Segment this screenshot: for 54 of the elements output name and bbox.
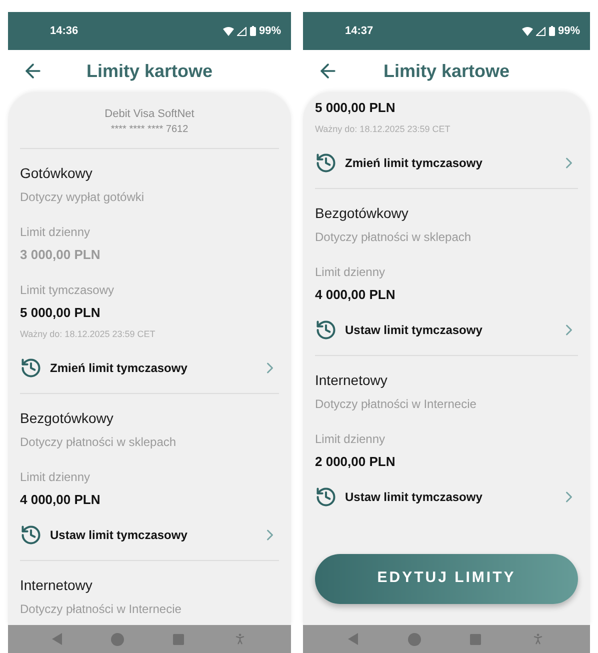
screen-title: Limity kartowe — [382, 60, 511, 83]
back-triangle-icon[interactable] — [52, 633, 62, 645]
limit-label: Limit dzienny — [315, 264, 386, 281]
limit-amount: 4 000,00 PLN — [315, 286, 396, 304]
limit-label: Limit dzienny — [20, 224, 90, 241]
section-description: Dotyczy płatności w sklepach — [315, 229, 472, 246]
screen-title: Limity kartowe — [85, 60, 214, 83]
section-title: Internetowy — [315, 370, 388, 390]
battery-icon — [548, 26, 555, 36]
battery-icon — [250, 26, 256, 36]
limit-amount: 5 000,00 PLN — [20, 304, 100, 322]
back-triangle-icon[interactable] — [348, 633, 358, 645]
section-title: Internetowy — [20, 576, 92, 595]
battery-percent: 99% — [258, 24, 281, 39]
valid-until-text: Ważny do: 18.12.2025 23:59 CET — [315, 123, 450, 136]
change-limit-button[interactable]: Zmień limit tymczasowy — [20, 351, 279, 385]
valid-until-text: Ważny do: 18.12.2025 23:59 CET — [20, 328, 156, 342]
limit-label: Limit dzienny — [315, 431, 386, 448]
change-limit-button[interactable]: Ustaw limit tymczasowy — [315, 313, 578, 347]
status-time: 14:36 — [50, 24, 78, 39]
card-name: Debit Visa SoftNet — [104, 107, 194, 122]
limit-amount: 4 000,00 PLN — [20, 491, 100, 510]
section-description: Dotyczy płatności w Internecie — [20, 601, 182, 618]
recents-square-icon[interactable] — [172, 634, 184, 644]
history-icon — [20, 357, 42, 379]
limit-label: Limit tymczasowy — [20, 282, 114, 299]
change-limit-button[interactable]: Zmień limit tymczasowy — [315, 146, 578, 180]
section-description: Dotyczy płatności w sklepach — [20, 434, 176, 451]
home-circle-icon[interactable] — [111, 632, 124, 646]
change-limit-button[interactable]: Ustaw limit tymczasowy — [20, 518, 279, 552]
change-limit-button[interactable]: Ustaw limit tymczasowy — [315, 480, 578, 514]
recents-square-icon[interactable] — [470, 634, 482, 644]
wifi-icon — [222, 26, 234, 36]
section-description: Dotyczy wypłat gotówki — [20, 189, 144, 206]
edit-limits-button[interactable]: EDYTUJ LIMITY — [315, 554, 578, 604]
section-title: Bezgotówkowy — [20, 408, 114, 428]
limit-label: Limit dzienny — [20, 469, 90, 486]
section-title: Gotówkowy — [20, 164, 92, 183]
section-title: Bezgotówkowy — [315, 204, 408, 223]
home-circle-icon[interactable] — [408, 632, 421, 646]
wifi-icon — [522, 26, 533, 36]
status-time: 14:37 — [345, 24, 374, 39]
card-number: **** **** **** 7612 — [110, 123, 188, 137]
signal-icon — [536, 26, 546, 36]
history-icon — [315, 152, 337, 174]
signal-icon — [236, 26, 247, 36]
history-icon — [315, 319, 337, 341]
history-icon — [315, 486, 337, 508]
limit-amount: 3 000,00 PLN — [20, 246, 100, 264]
battery-percent: 99% — [558, 24, 580, 39]
section-description: Dotyczy płatności w Internecie — [315, 396, 476, 413]
history-icon — [20, 524, 42, 546]
limit-amount: 5 000,00 PLN — [315, 99, 396, 118]
limit-amount: 2 000,00 PLN — [315, 453, 396, 472]
